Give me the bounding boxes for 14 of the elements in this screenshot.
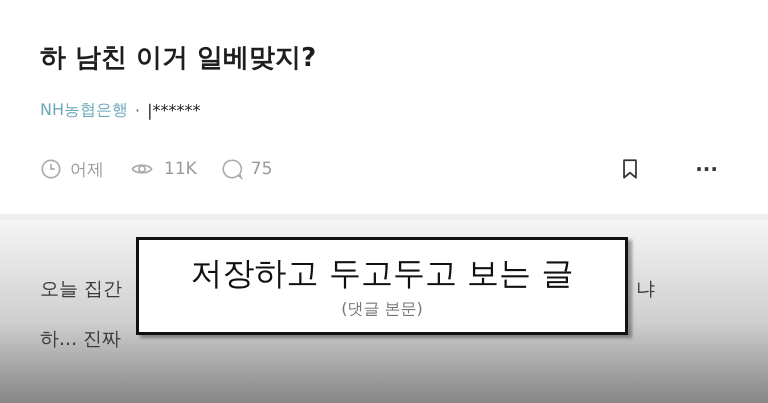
body-text: 냐 bbox=[636, 277, 655, 302]
author-name: |****** bbox=[147, 101, 200, 120]
post-time: 어제 bbox=[70, 158, 104, 180]
separator: · bbox=[135, 101, 140, 120]
comment-count: 75 bbox=[250, 159, 272, 179]
view-count: 11K bbox=[164, 159, 197, 179]
caption-subtitle: (댓글 본문) bbox=[341, 298, 423, 320]
body-text: 하... 진짜 bbox=[40, 327, 122, 352]
speech-bubble-icon bbox=[220, 158, 243, 180]
clock-icon bbox=[40, 158, 62, 180]
more-button[interactable]: ··· bbox=[693, 159, 720, 179]
post-title: 하 남친 이거 일베맞지? bbox=[40, 42, 318, 75]
body-text: 오늘 집간 bbox=[40, 277, 122, 302]
caption-title: 저장하고 두고두고 보는 글 bbox=[190, 253, 574, 294]
